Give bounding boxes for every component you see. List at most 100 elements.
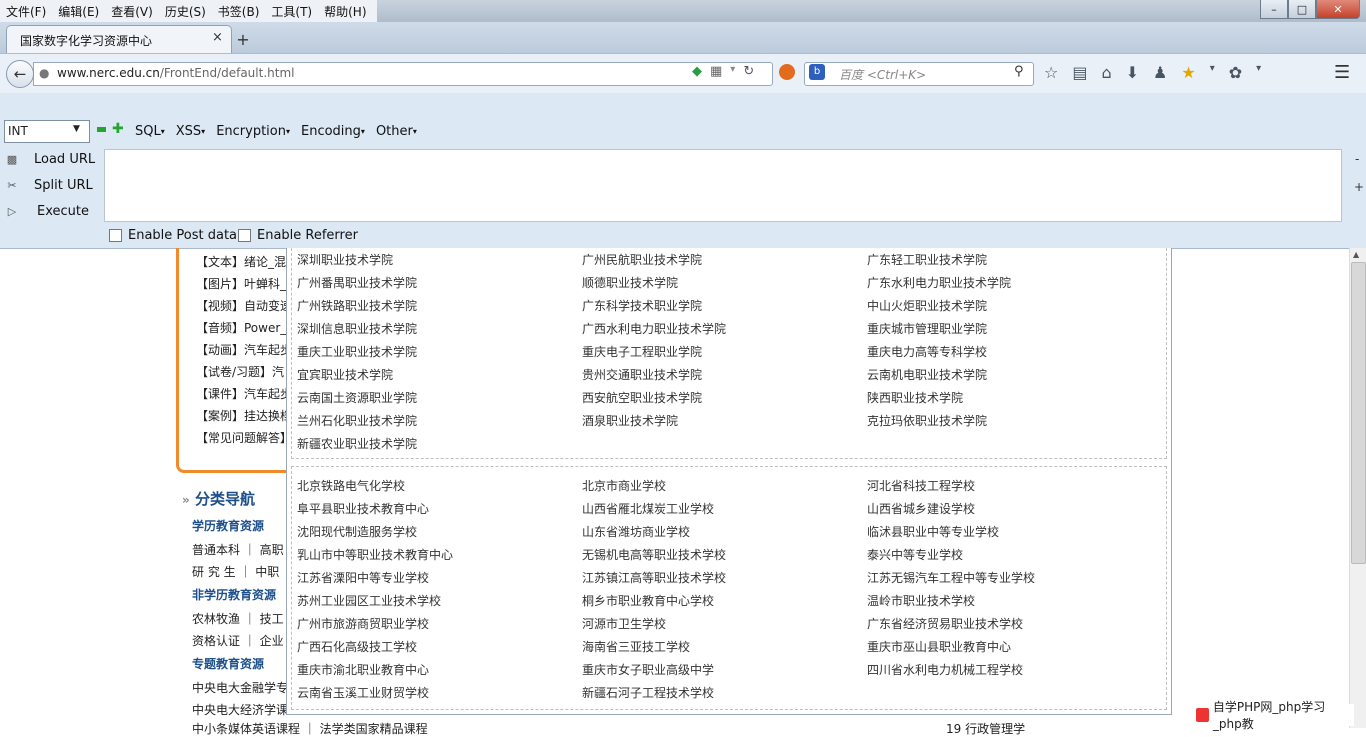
menu-bookmarks[interactable]: 书签(B) — [212, 0, 266, 22]
school-link[interactable]: 云南机电职业技术学院 — [867, 366, 987, 383]
school-link[interactable]: 江苏镇江高等职业技术学校 — [582, 569, 726, 586]
school-link[interactable]: 桐乡市职业教育中心学校 — [582, 592, 714, 609]
addon-ball-icon[interactable] — [779, 64, 795, 80]
school-link[interactable]: 四川省水利电力机械工程学校 — [867, 661, 1023, 678]
category-row[interactable]: 资格认证 ｜ 企业 — [192, 632, 287, 649]
list-item[interactable]: 【试卷/习题】汽 — [196, 363, 286, 380]
menu-view[interactable]: 查看(V) — [105, 0, 159, 22]
menu-edit[interactable]: 编辑(E) — [52, 0, 105, 22]
school-link[interactable]: 新疆农业职业技术学院 — [297, 435, 417, 452]
list-item[interactable]: 【案例】挂达换档 — [196, 407, 286, 424]
school-link[interactable]: 温岭市职业技术学校 — [867, 592, 975, 609]
school-link[interactable]: 贵州交通职业技术学院 — [582, 366, 702, 383]
school-link[interactable]: 宜宾职业技术学院 — [297, 366, 393, 383]
shield-icon[interactable]: ◆ — [692, 64, 702, 79]
school-link[interactable]: 江苏省溧阳中等专业学校 — [297, 569, 429, 586]
list-item[interactable]: 【视频】自动变速 — [196, 297, 286, 314]
qr-code-icon[interactable]: ▦ — [710, 64, 722, 79]
school-link[interactable]: 云南国土资源职业学院 — [297, 389, 417, 406]
list-item[interactable]: 【文本】绪论_混 — [196, 253, 286, 270]
school-link[interactable]: 广东轻工职业技术学院 — [867, 251, 987, 268]
school-link[interactable]: 重庆市女子职业高级中学 — [582, 661, 714, 678]
menu-history[interactable]: 历史(S) — [159, 0, 212, 22]
menu-encoding[interactable]: Encoding▾ — [301, 124, 365, 139]
school-link[interactable]: 河源市卫生学校 — [582, 615, 666, 632]
school-link[interactable]: 阜平县职业技术教育中心 — [297, 500, 429, 517]
school-link[interactable]: 江苏无锡汽车工程中等专业学校 — [867, 569, 1035, 586]
school-link[interactable]: 重庆市巫山县职业教育中心 — [867, 638, 1011, 655]
grow-textarea-button[interactable]: + — [1354, 180, 1364, 194]
school-link[interactable]: 陕西职业技术学院 — [867, 389, 963, 406]
school-link[interactable]: 顺德职业技术学院 — [582, 274, 678, 291]
scroll-up-arrow-icon[interactable]: ▲ — [1353, 250, 1359, 259]
school-link[interactable]: 深圳职业技术学院 — [297, 251, 393, 268]
menu-other[interactable]: Other▾ — [376, 124, 417, 139]
school-link[interactable]: 广西水利电力职业技术学院 — [582, 320, 726, 337]
menu-tools[interactable]: 工具(T) — [265, 0, 318, 22]
school-link[interactable]: 酒泉职业技术学院 — [582, 412, 678, 429]
category-heading[interactable]: 非学历教育资源 — [192, 586, 276, 603]
new-tab-button[interactable]: + — [234, 30, 252, 49]
school-link[interactable]: 重庆电子工程职业学院 — [582, 343, 702, 360]
shrink-textarea-button[interactable]: - — [1355, 152, 1359, 166]
load-url-button[interactable]: ▩ Load URL — [4, 152, 95, 167]
category-heading[interactable]: 学历教育资源 — [192, 517, 264, 534]
menu-help[interactable]: 帮助(H) — [318, 0, 372, 22]
category-row[interactable]: 中央电大经济学课 — [192, 701, 287, 718]
bug-icon[interactable]: ✿ — [1229, 63, 1242, 82]
category-row[interactable]: 中小条媒体英语课程 ｜ 法学类国家精品课程 — [192, 720, 428, 737]
list-item[interactable]: 19 行政管理学 — [946, 720, 1025, 737]
checkbox[interactable] — [238, 229, 251, 242]
school-link[interactable]: 广东省经济贸易职业技术学校 — [867, 615, 1023, 632]
school-link[interactable]: 克拉玛依职业技术学院 — [867, 412, 987, 429]
school-link[interactable]: 重庆工业职业技术学院 — [297, 343, 417, 360]
decrease-icon[interactable] — [97, 127, 106, 132]
enable-post-data-checkbox[interactable]: Enable Post data — [109, 228, 237, 243]
baidu-engine-icon[interactable]: b — [809, 64, 825, 80]
school-link[interactable]: 广东科学技术职业学院 — [582, 297, 702, 314]
menu-xss[interactable]: XSS▾ — [176, 124, 205, 139]
dropdown-arrow-icon[interactable]: ▾ — [1256, 63, 1261, 82]
category-row[interactable]: 研 究 生 ｜ 中职 — [192, 563, 287, 580]
school-link[interactable]: 无锡机电高等职业技术学校 — [582, 546, 726, 563]
list-item[interactable]: 【图片】叶蝉科_ — [196, 275, 286, 292]
school-link[interactable]: 海南省三亚技工学校 — [582, 638, 690, 655]
maximize-button[interactable]: □ — [1288, 0, 1316, 19]
school-link[interactable]: 广州民航职业技术学院 — [582, 251, 702, 268]
execute-button[interactable]: ▷ Execute — [4, 204, 89, 219]
school-link[interactable]: 广州市旅游商贸职业学校 — [297, 615, 429, 632]
school-link[interactable]: 重庆市渝北职业教育中心 — [297, 661, 429, 678]
url-textarea[interactable] — [104, 149, 1342, 222]
list-item[interactable]: 【课件】汽车起步 — [196, 385, 286, 402]
star-addon-icon[interactable]: ★ — [1181, 63, 1195, 82]
hamburger-menu-icon[interactable]: ☰ — [1334, 62, 1350, 83]
school-link[interactable]: 兰州石化职业技术学院 — [297, 412, 417, 429]
close-window-button[interactable]: ✕ — [1316, 0, 1360, 19]
increase-icon[interactable]: ✚ — [112, 121, 124, 137]
category-row[interactable]: 农林牧渔 ｜ 技工 — [192, 610, 287, 627]
school-link[interactable]: 重庆电力高等专科学校 — [867, 343, 987, 360]
category-heading[interactable]: 专题教育资源 — [192, 655, 264, 672]
split-url-button[interactable]: ✂ Split URL — [4, 178, 92, 193]
list-item[interactable]: 【常见问题解答】 — [196, 429, 286, 446]
school-link[interactable]: 乳山市中等职业技术教育中心 — [297, 546, 453, 563]
school-link[interactable]: 广西石化高级技工学校 — [297, 638, 417, 655]
school-link[interactable]: 泰兴中等专业学校 — [867, 546, 963, 563]
menu-encryption[interactable]: Encryption▾ — [216, 124, 290, 139]
user-icon[interactable]: ♟ — [1153, 63, 1167, 82]
dropdown-arrow-icon[interactable]: ▾ — [1210, 63, 1215, 82]
school-link[interactable]: 山西省城乡建设学校 — [867, 500, 975, 517]
school-link[interactable]: 河北省科技工程学校 — [867, 477, 975, 494]
scrollbar-thumb[interactable] — [1351, 262, 1366, 564]
school-link[interactable]: 广州铁路职业技术学院 — [297, 297, 417, 314]
bookmark-star-icon[interactable]: ☆ — [1044, 63, 1058, 82]
menu-file[interactable]: 文件(F) — [0, 0, 52, 22]
home-icon[interactable]: ⌂ — [1101, 63, 1111, 82]
tab-close-icon[interactable]: × — [212, 30, 223, 45]
school-link[interactable]: 西安航空职业技术学院 — [582, 389, 702, 406]
school-link[interactable]: 新疆石河子工程技术学校 — [582, 684, 714, 701]
back-button[interactable]: ← — [6, 60, 34, 88]
list-item[interactable]: 【音频】Power_: — [196, 319, 286, 336]
dropdown-arrow-icon[interactable]: ▾ — [730, 64, 735, 79]
reload-icon[interactable]: ↻ — [743, 64, 754, 79]
